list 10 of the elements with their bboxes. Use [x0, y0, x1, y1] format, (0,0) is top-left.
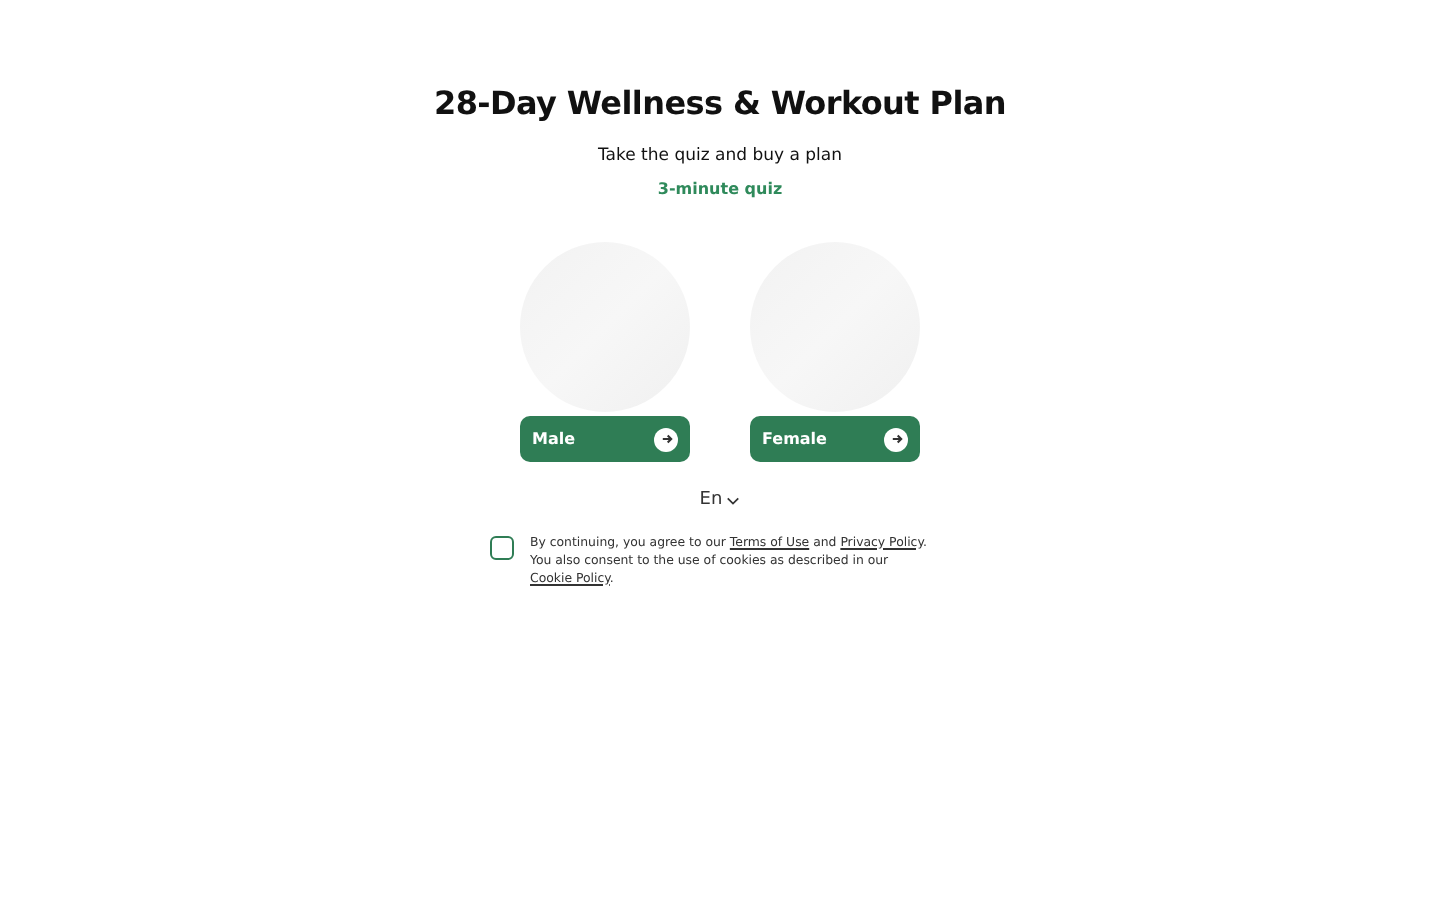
subtitle: Take the quiz and buy a plan [598, 144, 842, 168]
quiz-length: 3-minute quiz [657, 178, 783, 202]
arrow-right-icon [654, 427, 678, 451]
page-title: 28-Day Wellness & Workout Plan [434, 82, 1006, 126]
gender-option-button[interactable]: Female [750, 416, 920, 462]
chevron-down-icon [726, 496, 741, 507]
consent-checkbox[interactable] [490, 535, 514, 559]
language-selector[interactable]: En [699, 488, 741, 515]
arrow-right-icon [884, 427, 908, 451]
gender-option-button[interactable]: Male [520, 416, 690, 462]
